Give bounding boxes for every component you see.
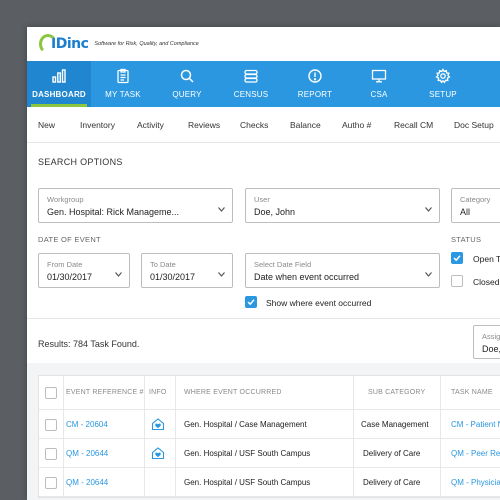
- logo[interactable]: IDinc Software for Risk, Quality, and Co…: [39, 34, 199, 54]
- info-cell[interactable]: [151, 439, 171, 467]
- from-date-select[interactable]: From Date 01/30/2017: [38, 253, 130, 288]
- show-where-checkbox[interactable]: [245, 296, 257, 308]
- logo-tagline: Software for Risk, Quality, and Complian…: [94, 41, 199, 47]
- nav-query[interactable]: QUERY: [155, 61, 219, 107]
- nav-report[interactable]: REPORT: [283, 61, 347, 107]
- gear-icon: [435, 68, 451, 84]
- alert-circle-icon: [308, 69, 322, 83]
- subnav-balance[interactable]: Balance: [290, 120, 342, 130]
- main-nav: DASHBOARD MY TASK QUERY CENSUS REPORT CS…: [27, 61, 500, 107]
- subnav-activity[interactable]: Activity: [137, 120, 188, 130]
- subnav-reviews[interactable]: Reviews: [188, 120, 240, 130]
- status-closed-label: Closed: [473, 277, 500, 287]
- task-name-link[interactable]: QM - Physicia: [451, 468, 500, 496]
- nav-setup[interactable]: SETUP: [411, 61, 475, 107]
- select-all-checkbox[interactable]: [45, 387, 57, 399]
- monitor-icon: [371, 69, 387, 83]
- table-row[interactable]: CM - 20604 Gen. Hospital / Case Manageme…: [39, 410, 500, 439]
- task-name-link[interactable]: QM - Peer Rev: [451, 439, 500, 467]
- chevron-down-icon: [218, 272, 225, 277]
- assigned-select[interactable]: Assig Doe,: [473, 325, 500, 359]
- sub-category-cell: Case Management: [361, 419, 429, 429]
- search-options-panel: SEARCH OPTIONS Workgroup Gen. Hospital: …: [27, 143, 500, 319]
- logo-bar: IDinc Software for Risk, Quality, and Co…: [27, 27, 500, 61]
- subnav-autho[interactable]: Autho #: [342, 120, 394, 130]
- sub-category-cell: Delivery of Care: [363, 448, 421, 458]
- header-sub-category[interactable]: SUB CATEGORY: [368, 376, 448, 409]
- event-reference-link[interactable]: QM - 20644: [66, 439, 144, 467]
- nav-dashboard[interactable]: DASHBOARD: [27, 61, 91, 107]
- date-of-event-label: DATE OF EVENT: [38, 235, 101, 244]
- row-checkbox[interactable]: [45, 419, 57, 431]
- subnav-inventory[interactable]: Inventory: [80, 120, 137, 130]
- chevron-down-icon: [425, 272, 432, 277]
- nav-csa[interactable]: CSA: [347, 61, 411, 107]
- checkmark-icon: [247, 299, 255, 306]
- table-row[interactable]: QM - 20644 Gen. Hospital / USF South Cam…: [39, 439, 500, 468]
- workgroup-select[interactable]: Workgroup Gen. Hospital: Rick Manageme..…: [38, 188, 233, 223]
- status-open-label: Open T: [473, 254, 500, 264]
- task-table: EVENT REFERENCE # INFO WHERE EVENT OCCUR…: [38, 375, 500, 498]
- status-label: STATUS: [451, 235, 482, 244]
- chevron-down-icon: [115, 272, 122, 277]
- table-header-row: EVENT REFERENCE # INFO WHERE EVENT OCCUR…: [39, 376, 500, 410]
- app-window: IDinc Software for Risk, Quality, and Co…: [27, 27, 500, 500]
- row-checkbox[interactable]: [45, 448, 57, 460]
- where-event-cell: Gen. Hospital / Case Management: [184, 419, 307, 429]
- nav-my-task[interactable]: MY TASK: [91, 61, 155, 107]
- subnav-recall-cm[interactable]: Recall CM: [394, 120, 454, 130]
- subnav-checks[interactable]: Checks: [240, 120, 290, 130]
- nav-census[interactable]: CENSUS: [219, 61, 283, 107]
- user-select[interactable]: User Doe, John: [245, 188, 440, 223]
- header-task-name[interactable]: TASK NAME: [451, 376, 500, 409]
- status-closed-checkbox[interactable]: [451, 275, 463, 287]
- results-bar: Results: 784 Task Found. Assig Doe,: [27, 319, 500, 367]
- date-field-select[interactable]: Select Date Field Date when event occurr…: [245, 253, 440, 288]
- subnav-new[interactable]: New: [38, 120, 80, 130]
- info-cell[interactable]: [151, 410, 171, 438]
- sub-category-cell: Delivery of Care: [363, 477, 421, 487]
- table-row[interactable]: QM - 20644 Gen. Hospital / USF South Cam…: [39, 468, 500, 497]
- show-where-label: Show where event occurred: [266, 298, 372, 308]
- bar-chart-icon: [52, 69, 66, 83]
- home-heart-icon: [151, 447, 165, 460]
- sub-nav: New Inventory Activity Reviews Checks Ba…: [27, 107, 500, 143]
- task-name-link[interactable]: CM - Patient N: [451, 410, 500, 438]
- row-checkbox[interactable]: [45, 477, 57, 489]
- category-select[interactable]: Category All: [451, 188, 500, 223]
- chevron-down-icon: [218, 207, 225, 212]
- logo-swoosh-icon: [39, 34, 57, 54]
- where-event-cell: Gen. Hospital / USF South Campus: [184, 448, 311, 458]
- checkmark-icon: [453, 255, 461, 262]
- status-open-checkbox[interactable]: [451, 252, 463, 264]
- header-event-reference[interactable]: EVENT REFERENCE #: [66, 376, 146, 409]
- header-where-event-occurred[interactable]: WHERE EVENT OCCURRED: [184, 376, 344, 409]
- where-event-cell: Gen. Hospital / USF South Campus: [184, 477, 311, 487]
- to-date-select[interactable]: To Date 01/30/2017: [141, 253, 233, 288]
- chevron-down-icon: [425, 207, 432, 212]
- event-reference-link[interactable]: CM - 20604: [66, 410, 144, 438]
- event-reference-link[interactable]: QM - 20644: [66, 468, 144, 496]
- home-heart-icon: [151, 418, 165, 431]
- clipboard-icon: [117, 68, 129, 84]
- subnav-doc-setup[interactable]: Doc Setup: [454, 120, 494, 130]
- search-options-title: SEARCH OPTIONS: [38, 157, 123, 167]
- table-area: EVENT REFERENCE # INFO WHERE EVENT OCCUR…: [27, 363, 500, 500]
- results-count: Results: 784 Task Found.: [38, 339, 140, 349]
- database-icon: [244, 69, 258, 83]
- search-icon: [180, 69, 194, 83]
